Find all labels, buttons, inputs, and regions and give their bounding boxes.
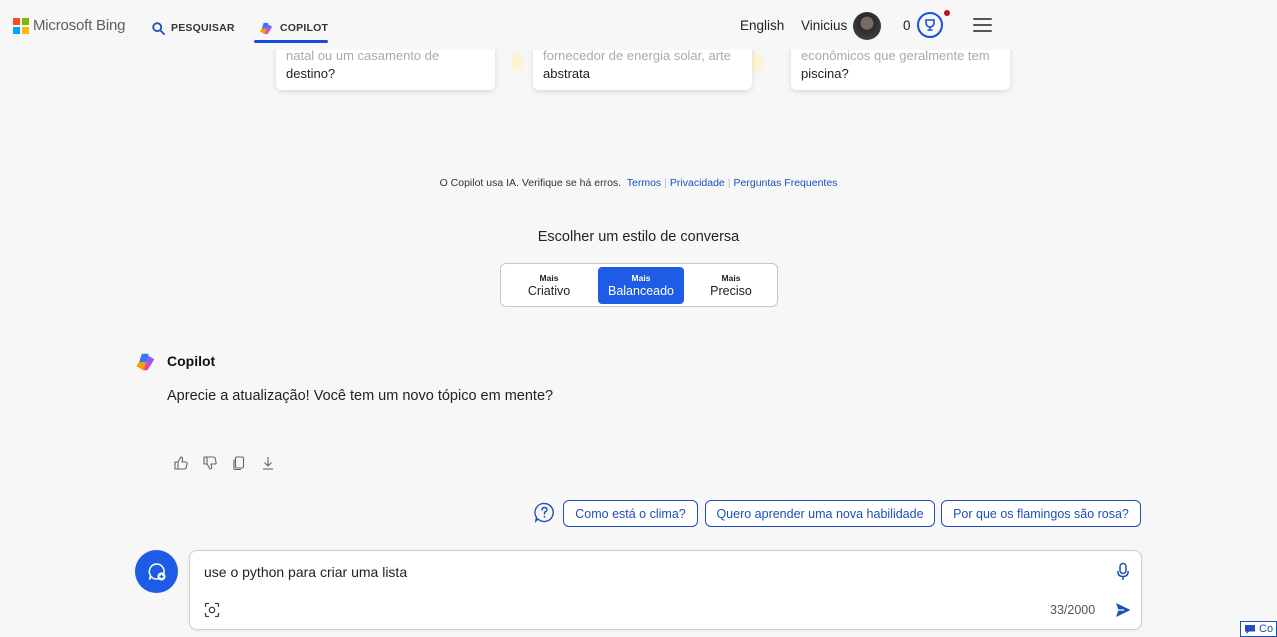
- feedback-icon: [1245, 624, 1255, 634]
- privacy-link[interactable]: Privacidade: [670, 177, 725, 189]
- message-text: Aprecie a atualização! Você tem um novo …: [167, 388, 554, 404]
- style-option-prefix: Mais: [631, 273, 651, 283]
- style-option-prefix: Mais: [539, 273, 559, 283]
- card-text-faded: econômicos que geralmente tem: [801, 48, 990, 63]
- card-text: piscina?: [801, 66, 849, 81]
- brand-name: Microsoft Bing: [33, 17, 126, 34]
- style-option-precise[interactable]: Mais Preciso: [688, 267, 774, 304]
- thumbs-up-icon[interactable]: [173, 455, 189, 471]
- card-text-faded: fornecedor de energia solar, arte: [543, 48, 731, 63]
- notification-dot: [944, 10, 950, 16]
- send-icon[interactable]: [1114, 601, 1132, 624]
- chat-input-box: 33/2000: [189, 550, 1142, 630]
- conversation-style-title: Escolher um estilo de conversa: [537, 229, 740, 245]
- terms-link[interactable]: Termos: [627, 177, 661, 189]
- message-sender: Copilot: [167, 353, 216, 369]
- card-text-faded: natal ou um casamento de: [286, 48, 440, 63]
- nav-copilot-label: COPILOT: [280, 22, 329, 34]
- card-text: abstrata: [543, 66, 590, 81]
- suggestion-chip[interactable]: Por que os flamingos são rosa?: [941, 500, 1141, 527]
- bing-home-link[interactable]: Microsoft Bing: [13, 17, 125, 34]
- nav-tab-search[interactable]: PESQUISAR: [152, 13, 235, 43]
- style-option-label: Criativo: [527, 284, 571, 298]
- style-option-balanced[interactable]: Mais Balanceado: [598, 267, 684, 304]
- message-actions: [173, 455, 276, 471]
- chat-input[interactable]: [204, 564, 1084, 580]
- new-topic-button[interactable]: [135, 550, 178, 593]
- thumbs-down-icon[interactable]: [202, 455, 218, 471]
- microphone-icon[interactable]: [1116, 562, 1130, 587]
- download-icon[interactable]: [260, 455, 276, 471]
- nav-search-label: PESQUISAR: [171, 22, 235, 34]
- conversation-style-toggle: Mais Criativo Mais Balanceado Mais Preci…: [500, 263, 778, 307]
- faq-link[interactable]: Perguntas Frequentes: [734, 177, 838, 189]
- avatar[interactable]: [853, 12, 881, 40]
- new-topic-icon: [148, 562, 165, 580]
- help-icon[interactable]: [534, 502, 555, 528]
- suggestion-chip[interactable]: Como está o clima?: [563, 500, 698, 527]
- trophy-icon[interactable]: [917, 12, 943, 38]
- search-icon: [152, 21, 165, 35]
- visual-search-icon[interactable]: [204, 602, 220, 623]
- rewards-points[interactable]: 0: [903, 0, 911, 50]
- top-header: Microsoft Bing PESQUISAR COPILOT English…: [0, 0, 1277, 50]
- ai-disclaimer: O Copilot usa IA. Verifique se há erros.…: [439, 177, 838, 189]
- copy-icon[interactable]: [231, 455, 247, 471]
- suggestion-chip[interactable]: Quero aprender uma nova habilidade: [705, 500, 935, 527]
- card-glow: [752, 52, 762, 72]
- character-counter: 33/2000: [1050, 603, 1096, 617]
- style-option-label: Preciso: [710, 284, 752, 298]
- card-glow: [512, 52, 522, 72]
- copilot-logo-icon: [135, 351, 157, 378]
- card-text: destino?: [286, 66, 336, 81]
- menu-icon[interactable]: [973, 18, 992, 32]
- disclaimer-text: O Copilot usa IA. Verifique se há erros.: [439, 177, 622, 189]
- style-option-prefix: Mais: [721, 273, 741, 283]
- active-tab-indicator: [254, 40, 328, 43]
- style-option-creative[interactable]: Mais Criativo: [506, 267, 592, 304]
- feedback-button[interactable]: Co: [1240, 621, 1277, 637]
- nav-tab-copilot[interactable]: COPILOT: [259, 13, 328, 43]
- feedback-label: Co: [1259, 623, 1274, 635]
- language-link[interactable]: English: [740, 0, 784, 50]
- style-option-label: Balanceado: [607, 284, 675, 298]
- copilot-logo-icon: [259, 21, 274, 36]
- user-name[interactable]: Vinicius: [801, 0, 847, 50]
- microsoft-logo-icon: [13, 17, 29, 34]
